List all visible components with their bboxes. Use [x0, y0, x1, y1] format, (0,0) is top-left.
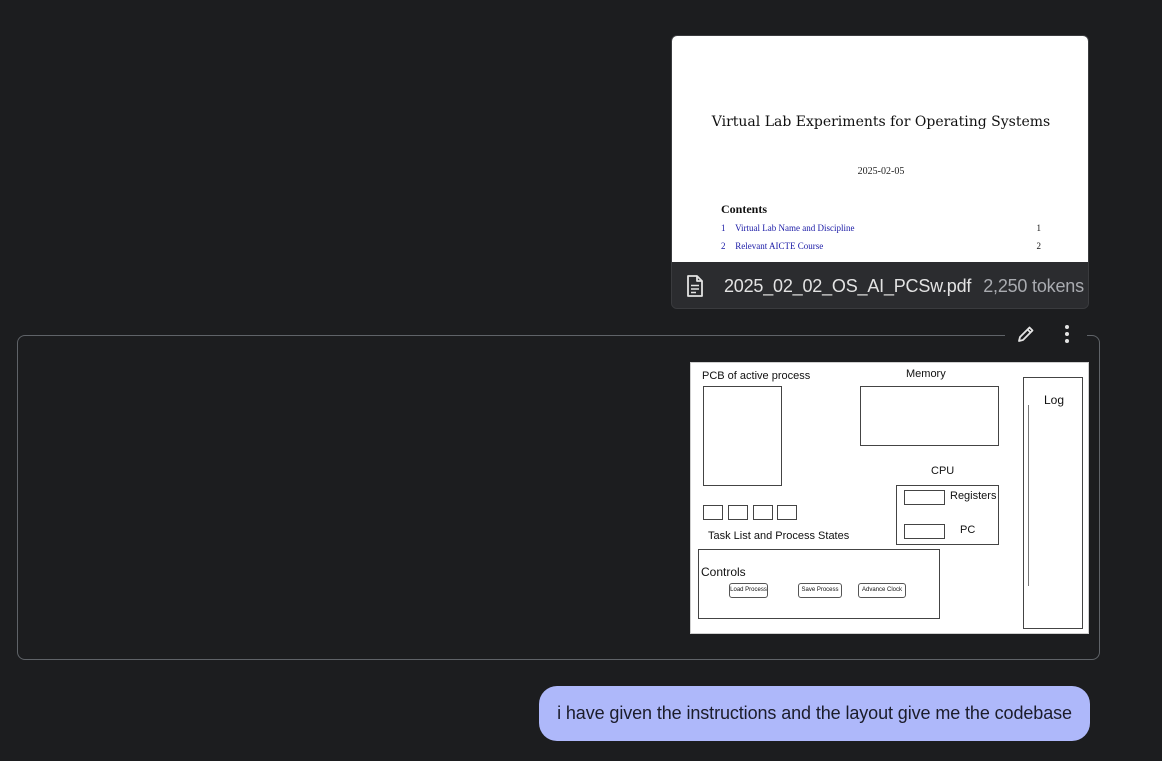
toc-page: 2: [1036, 241, 1042, 251]
registers-field: [904, 490, 945, 505]
advance-clock-button: Advance Clock: [858, 583, 906, 598]
toc-num: 1: [721, 223, 726, 233]
more-options-button[interactable]: [1053, 320, 1081, 348]
task-slot: [753, 505, 773, 520]
pdf-date: 2025-02-05: [857, 166, 905, 177]
pencil-icon: [1017, 326, 1033, 342]
user-message-bubble: i have given the instructions and the la…: [539, 686, 1090, 741]
toc-page: 1: [1036, 223, 1042, 233]
cpu-label: CPU: [931, 465, 955, 477]
chat-page: Virtual Lab Experiments for Operating Sy…: [0, 0, 1162, 761]
save-process-button: Save Process: [798, 583, 842, 598]
edit-button[interactable]: [1012, 320, 1040, 348]
task-slot: [703, 505, 723, 520]
load-process-button: Load Process: [729, 583, 768, 598]
toc-num: 2: [721, 241, 726, 251]
attachment-token-count: 2,250 tokens: [983, 275, 1084, 296]
registers-label: Registers: [950, 490, 997, 502]
controls-label: Controls: [701, 565, 746, 579]
toc-label: Relevant AICTE Course: [735, 241, 824, 251]
layout-wireframe-image[interactable]: PCB of active process Memory Log CPU Reg…: [690, 362, 1089, 634]
pdf-title: Virtual Lab Experiments for Operating Sy…: [711, 114, 1051, 130]
pdf-preview: Virtual Lab Experiments for Operating Sy…: [672, 36, 1088, 262]
attachment-file-name: 2025_02_02_OS_AI_PCSw.pdf: [724, 275, 972, 296]
log-box: [1023, 377, 1083, 629]
pdf-attachment-card[interactable]: Virtual Lab Experiments for Operating Sy…: [671, 35, 1089, 309]
toc-row: 2 Relevant AICTE Course 2: [721, 241, 1041, 251]
pcb-label: PCB of active process: [702, 370, 811, 382]
task-slot: [728, 505, 748, 520]
pdf-footer: 2025_02_02_OS_AI_PCSw.pdf 2,250 tokens: [672, 262, 1088, 308]
log-scrollbar: [1028, 405, 1029, 586]
task-list-label: Task List and Process States: [708, 530, 850, 542]
memory-label: Memory: [906, 368, 946, 380]
pc-field: [904, 524, 945, 539]
pc-label: PC: [960, 524, 976, 536]
memory-box: [860, 386, 999, 446]
user-message-text: i have given the instructions and the la…: [557, 703, 1072, 723]
task-slot: [777, 505, 797, 520]
pdf-contents-heading: Contents: [721, 202, 768, 216]
toc-label: Virtual Lab Name and Discipline: [735, 223, 855, 233]
log-label: Log: [1044, 393, 1065, 407]
pcb-box: [703, 386, 782, 486]
more-vert-icon: [1064, 325, 1069, 343]
document-icon: [687, 275, 703, 297]
toc-row: 1 Virtual Lab Name and Discipline 1: [721, 223, 1041, 233]
message-actions: [1005, 318, 1087, 350]
